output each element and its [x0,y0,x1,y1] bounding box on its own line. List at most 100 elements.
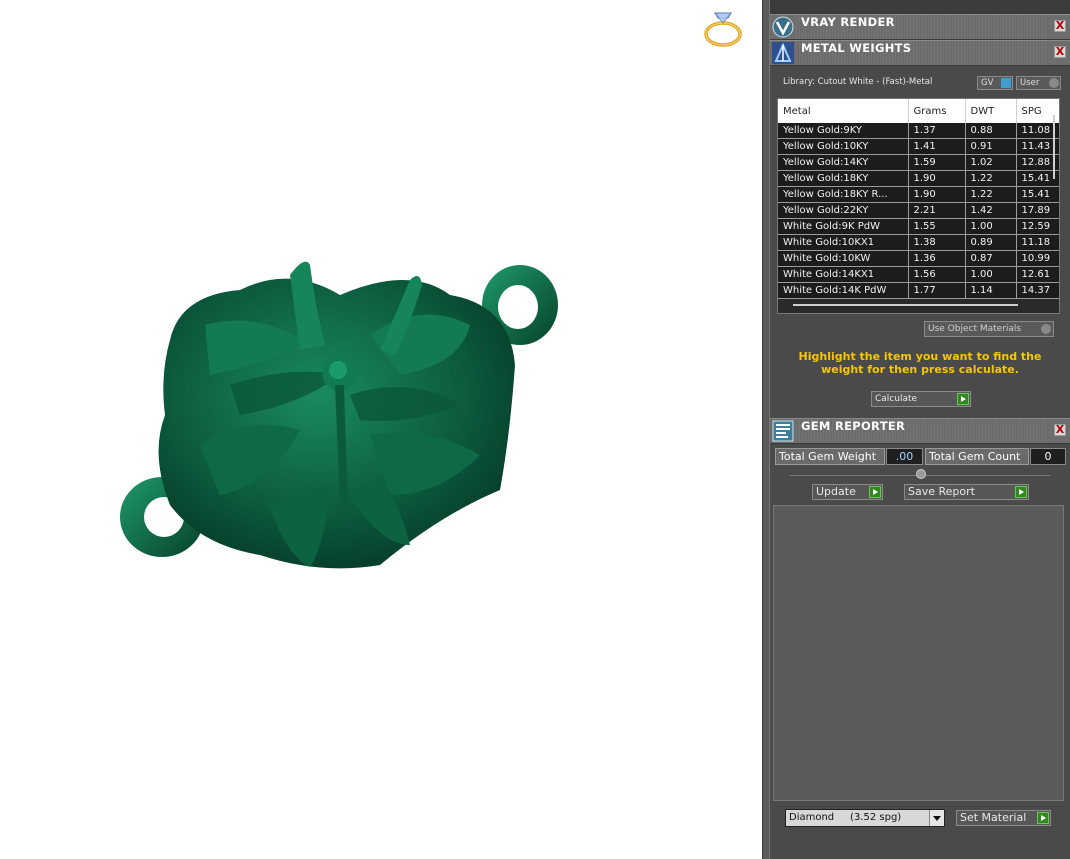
play-arrow-icon [1037,812,1049,824]
metal-weights-table[interactable]: Metal Grams DWT SPG Yellow Gold:9KY 1.37 0… [777,98,1060,314]
splitter-handle[interactable] [916,469,926,479]
user-toggle-label: User [1020,78,1040,88]
column-header-metal[interactable]: Metal [778,99,909,123]
dwt-cell: 1.00 [965,218,1017,235]
spg-cell: 10.99 [1016,250,1059,267]
vray-render-header[interactable]: VRAY RENDER X [770,14,1070,40]
set-material-button[interactable]: Set Material [956,810,1051,826]
pendant-model[interactable] [110,255,570,580]
grams-cell: 1.59 [908,154,966,171]
grams-cell: 1.90 [908,186,966,203]
toggle-on-indicator [1001,78,1011,88]
vertical-scrollbar[interactable] [1053,115,1055,179]
dwt-cell: 0.87 [965,250,1017,267]
material-select-value: Diamond (3.52 spg) [789,812,902,823]
hint-text: Highlight the item you want to find the … [798,350,1042,376]
total-gem-count-label: Total Gem Count [925,448,1029,465]
table-row[interactable]: Yellow Gold:14KY 1.59 1.02 12.88 [778,154,1059,171]
table-row[interactable]: Yellow Gold:18KY R... 1.90 1.22 15.41 [778,186,1059,203]
vray-render-title: VRAY RENDER [801,15,895,29]
gem-report-list[interactable] [773,505,1064,801]
metal-cell: White Gold:10KW [778,250,909,267]
table-row[interactable]: Yellow Gold:9KY 1.37 0.88 11.08 [778,123,1059,139]
toggle-off-indicator [1049,78,1059,88]
table-row[interactable]: Yellow Gold:10KY 1.41 0.91 11.43 [778,138,1059,155]
grams-cell: 1.38 [908,234,966,251]
toggle-off-indicator [1041,324,1051,334]
calculate-button[interactable]: Calculate [871,391,971,407]
grams-cell: 1.55 [908,218,966,235]
panel-top-strip [770,0,1070,14]
total-gem-weight-value: .00 [886,448,923,465]
metal-cell: Yellow Gold:18KY [778,170,909,187]
spg-cell: 17.89 [1016,202,1059,219]
chevron-down-icon[interactable] [929,810,944,826]
total-gem-count-value: 0 [1030,448,1066,465]
vray-icon [772,16,794,38]
table-row[interactable]: White Gold:14KX1 1.56 1.00 12.61 [778,266,1059,283]
metal-cell: Yellow Gold:10KY [778,138,909,155]
play-arrow-icon [869,486,881,498]
dwt-cell: 1.02 [965,154,1017,171]
library-label: Library: Cutout White - (Fast)-Metal [783,77,933,87]
metal-weights-title: METAL WEIGHTS [801,41,912,55]
metal-cell: White Gold:14KX1 [778,266,909,283]
dwt-cell: 1.42 [965,202,1017,219]
dwt-cell: 1.22 [965,186,1017,203]
save-report-button[interactable]: Save Report [904,484,1029,500]
metal-cell: Yellow Gold:18KY R... [778,186,909,203]
spg-cell: 12.59 [1016,218,1059,235]
grams-cell: 1.90 [908,170,966,187]
table-row[interactable]: Yellow Gold:22KY 2.21 1.42 17.89 [778,202,1059,219]
user-toggle[interactable]: User [1016,76,1061,90]
close-icon[interactable]: X [1054,46,1066,58]
dwt-cell: 1.00 [965,266,1017,283]
set-material-label: Set Material [960,811,1027,824]
use-object-materials-toggle[interactable]: Use Object Materials [924,321,1054,337]
material-select[interactable]: Diamond (3.52 spg) [785,809,945,827]
grams-cell: 1.37 [908,123,966,139]
metal-cell: White Gold:9K PdW [778,218,909,235]
grams-cell: 1.77 [908,282,966,299]
close-icon[interactable]: X [1054,424,1066,436]
panel-splitter[interactable] [762,0,770,859]
metal-weights-icon [772,42,794,64]
grams-cell: 2.21 [908,202,966,219]
table-row[interactable]: White Gold:14K PdW 1.77 1.14 14.37 [778,282,1059,299]
total-gem-weight-label: Total Gem Weight [775,448,885,465]
dwt-cell: 0.89 [965,234,1017,251]
grams-cell: 1.41 [908,138,966,155]
play-arrow-icon [957,393,969,405]
table-header-row: Metal Grams DWT SPG [778,99,1059,123]
gem-reporter-header[interactable]: GEM REPORTER X [770,418,1070,444]
table-row[interactable]: White Gold:10KX1 1.38 0.89 11.18 [778,234,1059,251]
metal-cell: White Gold:10KX1 [778,234,909,251]
close-icon[interactable]: X [1054,20,1066,32]
table-row[interactable]: Yellow Gold:18KY 1.90 1.22 15.41 [778,170,1059,187]
table-row[interactable]: White Gold:9K PdW 1.55 1.00 12.59 [778,218,1059,235]
table-row[interactable]: White Gold:10KW 1.36 0.87 10.99 [778,250,1059,267]
dwt-cell: 0.91 [965,138,1017,155]
gv-toggle[interactable]: GV [977,76,1013,90]
play-arrow-icon [1015,486,1027,498]
spg-cell: 11.18 [1016,234,1059,251]
grams-cell: 1.36 [908,250,966,267]
gem-reporter-title: GEM REPORTER [801,419,906,433]
spg-cell: 12.61 [1016,266,1059,283]
3d-viewport[interactable] [0,0,762,859]
calculate-label: Calculate [875,394,918,404]
gv-toggle-label: GV [981,78,994,88]
horizontal-scrollbar[interactable] [793,304,1018,306]
update-button[interactable]: Update [812,484,883,500]
metal-cell: White Gold:14K PdW [778,282,909,299]
dwt-cell: 0.88 [965,123,1017,139]
save-report-label: Save Report [908,485,975,498]
metal-cell: Yellow Gold:9KY [778,123,909,139]
grams-cell: 1.56 [908,266,966,283]
dwt-cell: 1.14 [965,282,1017,299]
ring-icon[interactable] [701,6,745,50]
column-header-dwt[interactable]: DWT [965,99,1017,123]
use-object-materials-label: Use Object Materials [928,324,1022,334]
metal-weights-header[interactable]: METAL WEIGHTS X [770,40,1070,66]
column-header-grams[interactable]: Grams [908,99,966,123]
